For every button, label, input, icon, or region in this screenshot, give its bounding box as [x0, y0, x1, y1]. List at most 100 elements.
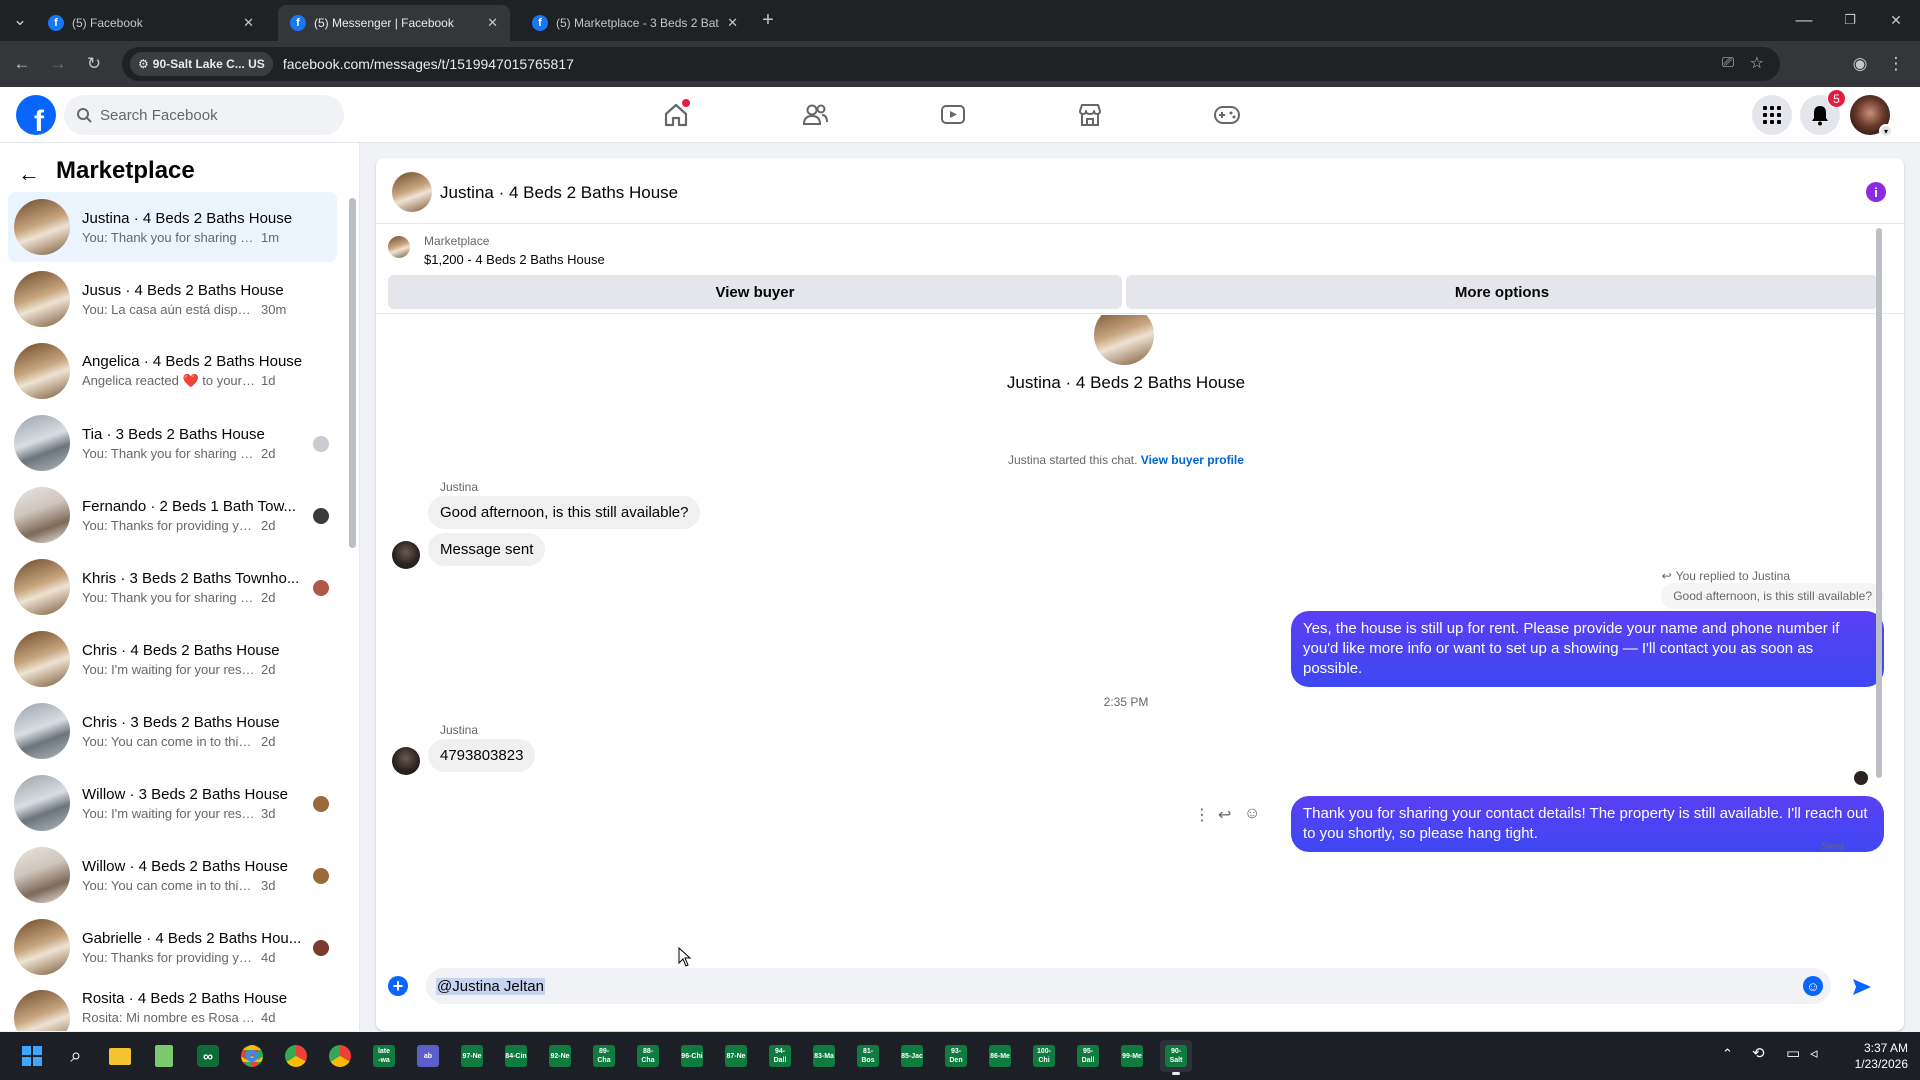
facebook-logo[interactable]: f — [16, 95, 56, 135]
react-emoji-icon[interactable]: ☺ — [1244, 805, 1260, 823]
home-icon[interactable] — [660, 99, 692, 131]
friends-icon[interactable] — [799, 99, 831, 131]
taskbar-app[interactable]: 89-Cha — [588, 1040, 620, 1072]
taskbar-app[interactable]: 97-Ne — [456, 1040, 488, 1072]
account-avatar[interactable]: ▾ — [1850, 95, 1893, 138]
conversation-item[interactable]: Chris · 3 Beds 2 Baths House You: You ca… — [8, 696, 337, 766]
address-bar[interactable]: ⚙ 90-Salt Lake C... US facebook.com/mess… — [122, 47, 1780, 81]
file-explorer-icon[interactable] — [104, 1040, 136, 1072]
system-clock[interactable]: 3:37 AM 1/23/2026 — [1855, 1040, 1908, 1072]
back-arrow-icon[interactable]: ← — [18, 161, 40, 187]
taskbar-app[interactable]: 95-Dall — [1072, 1040, 1104, 1072]
app-icon[interactable]: ab — [412, 1040, 444, 1072]
site-info-chip[interactable]: ⚙ 90-Salt Lake C... US — [130, 52, 273, 76]
info-icon[interactable]: i — [1866, 182, 1886, 202]
outgoing-message[interactable]: Yes, the house is still up for rent. Ple… — [1291, 611, 1884, 687]
sender-avatar[interactable] — [392, 541, 420, 569]
chrome-profile-icon[interactable] — [324, 1040, 356, 1072]
send-icon[interactable] — [1851, 976, 1873, 998]
taskbar-app[interactable]: 88-Cha — [632, 1040, 664, 1072]
taskbar-app[interactable]: 81-Bos — [852, 1040, 884, 1072]
reload-icon[interactable]: ↻ — [82, 52, 106, 76]
tab-search-icon[interactable]: ⌄ — [8, 8, 32, 32]
sidebar-scrollbar[interactable] — [349, 198, 356, 548]
tab-facebook[interactable]: f (5) Facebook ✕ — [36, 5, 266, 41]
view-buyer-button[interactable]: View buyer — [388, 275, 1122, 309]
chat-scrollbar[interactable] — [1876, 228, 1882, 778]
taskbar-app[interactable]: 84-Cin — [500, 1040, 532, 1072]
incoming-message[interactable]: Good afternoon, is this still available? — [428, 496, 701, 529]
notifications-bell-icon[interactable]: 5 — [1800, 89, 1846, 135]
profile-icon[interactable]: ◉ — [1848, 52, 1872, 76]
forward-icon[interactable]: → — [46, 52, 70, 76]
taskbar-app-active[interactable]: 90-Salt — [1160, 1040, 1192, 1075]
volume-icon[interactable]: ◃ — [1810, 1044, 1818, 1062]
emoji-icon[interactable]: ☺ — [1803, 976, 1823, 996]
conversation-item[interactable]: Khris · 3 Beds 2 Baths Townho... You: Th… — [8, 552, 337, 622]
taskbar-app[interactable]: 99-Me — [1116, 1040, 1148, 1072]
menu-grid-icon[interactable] — [1752, 95, 1792, 135]
taskbar-app[interactable]: 94-Dall — [764, 1040, 796, 1072]
taskbar-app[interactable]: 96-Chi — [676, 1040, 708, 1072]
close-tab-icon[interactable]: ✕ — [243, 15, 254, 31]
taskbar-app[interactable]: 83-Ma — [808, 1040, 840, 1072]
minimize-icon[interactable]: — — [1792, 8, 1816, 32]
sender-avatar[interactable] — [392, 747, 420, 775]
conversation-item[interactable]: Rosita · 4 Beds 2 Baths House Rosita: Mi… — [8, 984, 337, 1031]
chrome-icon[interactable] — [236, 1040, 268, 1072]
video-icon[interactable] — [937, 99, 969, 131]
start-icon[interactable] — [16, 1040, 48, 1072]
new-tab-icon[interactable]: + — [756, 8, 780, 32]
close-window-icon[interactable]: ✕ — [1884, 8, 1908, 32]
taskbar-app[interactable]: 85-Jac — [896, 1040, 928, 1072]
message-input[interactable]: @Justina Jeltan ☺ — [426, 968, 1831, 1004]
gaming-icon[interactable] — [1211, 99, 1243, 131]
conversation-item[interactable]: Chris · 4 Beds 2 Baths House You: I'm wa… — [8, 624, 337, 694]
intro-avatar — [1094, 315, 1154, 365]
back-icon[interactable]: ← — [10, 52, 34, 76]
taskbar-app[interactable]: 87-Ne — [720, 1040, 752, 1072]
app-icon[interactable]: late -wa — [368, 1040, 400, 1072]
more-actions-icon[interactable]: ⋮ — [1194, 805, 1210, 825]
more-options-button[interactable]: More options — [1126, 275, 1878, 309]
bookmark-star-icon[interactable]: ☆ — [1750, 53, 1764, 73]
conversation-item[interactable]: Fernando · 2 Beds 1 Bath Tow... You: Tha… — [8, 480, 337, 550]
browser-menu-icon[interactable]: ⋮ — [1884, 52, 1908, 76]
tab-marketplace[interactable]: f (5) Marketplace - 3 Beds 2 Bath ✕ — [520, 5, 750, 41]
conversation-item[interactable]: Willow · 4 Beds 2 Baths House You: You c… — [8, 840, 337, 910]
view-buyer-profile-link[interactable]: View buyer profile — [1141, 453, 1244, 467]
conversation-item[interactable]: Gabrielle · 4 Beds 2 Baths Hou... You: T… — [8, 912, 337, 982]
notepad-icon[interactable] — [148, 1040, 180, 1072]
tray-chevron-icon[interactable]: ⌃ — [1722, 1046, 1733, 1062]
close-tab-icon[interactable]: ✕ — [487, 15, 498, 31]
search-input[interactable]: Search Facebook — [64, 95, 344, 135]
conversation-item[interactable]: Angelica · 4 Beds 2 Baths House Angelica… — [8, 336, 337, 406]
taskbar-app[interactable]: 93-Den — [940, 1040, 972, 1072]
taskbar-app[interactable]: 92-Ne — [544, 1040, 576, 1072]
quoted-message[interactable]: Good afternoon, is this still available? — [1661, 583, 1884, 609]
install-app-icon[interactable]: ⎚ — [1722, 54, 1734, 71]
conversation-item[interactable]: Justina · 4 Beds 2 Baths House You: Than… — [8, 192, 337, 262]
reply-icon[interactable]: ↩ — [1218, 805, 1231, 825]
chrome-profile-icon[interactable] — [280, 1040, 312, 1072]
chat-avatar[interactable] — [392, 172, 432, 212]
taskbar-search-icon[interactable]: ⌕ — [60, 1040, 92, 1072]
marketplace-icon[interactable] — [1074, 99, 1106, 131]
app-icon[interactable]: ∞ — [192, 1040, 224, 1072]
taskbar-app[interactable]: 100-Chi — [1028, 1040, 1060, 1072]
conversation-item[interactable]: Jusus · 4 Beds 2 Baths House You: La cas… — [8, 264, 337, 334]
sync-icon[interactable]: ⟲ — [1752, 1044, 1765, 1062]
network-icon[interactable]: ▭ — [1786, 1044, 1800, 1062]
outgoing-message[interactable]: Thank you for sharing your contact detai… — [1291, 796, 1884, 852]
incoming-message[interactable]: 4793803823 — [428, 739, 536, 772]
conversation-item[interactable]: Willow · 3 Beds 2 Baths House You: I'm w… — [8, 768, 337, 838]
listing-price[interactable]: $1,200 - 4 Beds 2 Baths House — [424, 252, 605, 267]
add-attachment-icon[interactable]: + — [388, 976, 408, 996]
tab-messenger[interactable]: f (5) Messenger | Facebook ✕ — [278, 5, 510, 41]
taskbar-app[interactable]: 86-Me — [984, 1040, 1016, 1072]
close-tab-icon[interactable]: ✕ — [727, 15, 738, 31]
incoming-message[interactable]: Message sent — [428, 533, 546, 566]
conversation-item[interactable]: Tia · 3 Beds 2 Baths House You: Thank yo… — [8, 408, 337, 478]
chat-title[interactable]: Justina · 4 Beds 2 Baths House — [440, 183, 678, 203]
restore-icon[interactable]: ❐ — [1838, 8, 1862, 32]
